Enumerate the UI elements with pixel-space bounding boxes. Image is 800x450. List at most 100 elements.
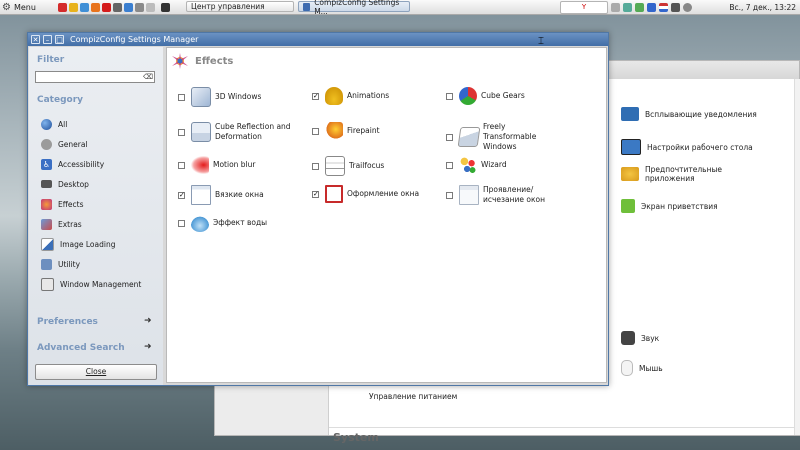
globe-icon bbox=[41, 118, 52, 130]
plugin-area: Effects 3D Windows ✓ Animations Cube Gea… bbox=[166, 47, 607, 383]
plugin-trailfocus[interactable]: Trailfocus bbox=[312, 156, 384, 176]
update-check-icon[interactable] bbox=[635, 2, 644, 12]
category-image-loading[interactable]: Image Loading bbox=[41, 237, 115, 251]
plugin-checkbox[interactable] bbox=[178, 219, 185, 227]
preferences-arrow-icon[interactable]: ➜ bbox=[144, 316, 152, 326]
close-window-icon[interactable]: ✕ bbox=[31, 35, 40, 44]
plugin-freely-transformable[interactable]: Freely Transformable Windows bbox=[446, 122, 545, 152]
preferred-apps-icon bbox=[621, 167, 639, 181]
terminal-icon[interactable] bbox=[161, 2, 170, 12]
plugin-window-decoration[interactable]: ✓ Оформление окна bbox=[312, 185, 419, 203]
volume-icon[interactable] bbox=[683, 2, 692, 12]
window-management-icon bbox=[41, 277, 54, 291]
plugin-fade-windows[interactable]: Проявление/ исчезание окон bbox=[446, 185, 563, 205]
keyboard-layout-flag-icon[interactable] bbox=[659, 2, 668, 12]
advanced-search-link[interactable]: Advanced Search bbox=[37, 343, 125, 353]
plugin-checkbox[interactable]: ✓ bbox=[312, 92, 319, 100]
browser-icon[interactable] bbox=[80, 2, 89, 12]
window-decoration-icon bbox=[325, 185, 343, 203]
task-label: CompizConfig Settings M... bbox=[314, 0, 400, 16]
plugin-label: Motion blur bbox=[213, 160, 256, 169]
system-tray: Y bbox=[560, 0, 692, 14]
tray-icon-2[interactable] bbox=[623, 2, 632, 12]
plugin-checkbox[interactable] bbox=[446, 161, 453, 169]
category-utility[interactable]: Utility bbox=[41, 257, 80, 271]
plugin-checkbox[interactable] bbox=[312, 162, 319, 170]
task-ccsm[interactable]: CompizConfig Settings M... bbox=[298, 0, 410, 16]
bg-item-mouse[interactable]: Мышь bbox=[621, 360, 663, 376]
clear-filter-icon[interactable]: ⌫ bbox=[143, 73, 153, 81]
category-desktop[interactable]: Desktop bbox=[41, 177, 89, 191]
wobbly-window-icon bbox=[191, 185, 211, 205]
tools-icon[interactable] bbox=[135, 2, 144, 12]
plugin-checkbox[interactable] bbox=[446, 92, 453, 100]
advanced-search-arrow-icon[interactable]: ➜ bbox=[144, 342, 152, 352]
menu-button[interactable]: ⚙ Menu bbox=[2, 0, 36, 14]
bg-item-power[interactable]: Управление питанием bbox=[363, 389, 457, 403]
plugin-3d-windows[interactable]: 3D Windows bbox=[178, 87, 261, 107]
category-heading: Category bbox=[37, 95, 84, 105]
category-general[interactable]: General bbox=[41, 137, 88, 151]
category-all[interactable]: All bbox=[41, 117, 67, 131]
plugin-water-effect[interactable]: Эффект воды bbox=[178, 214, 267, 232]
category-extras[interactable]: Extras bbox=[41, 217, 82, 231]
section-title: Effects bbox=[195, 56, 234, 67]
chrome-icon[interactable] bbox=[69, 2, 78, 12]
yandex-browser-icon[interactable] bbox=[58, 2, 67, 12]
preferences-link[interactable]: Preferences bbox=[37, 317, 98, 327]
scrollbar[interactable] bbox=[794, 79, 800, 435]
plugin-cube-gears[interactable]: Cube Gears bbox=[446, 87, 525, 105]
plugin-label: Freely Transformable Windows bbox=[483, 122, 537, 151]
plugin-animations[interactable]: ✓ Animations bbox=[312, 87, 389, 105]
plugin-checkbox[interactable] bbox=[178, 93, 185, 101]
maximize-window-icon[interactable]: □ bbox=[55, 35, 64, 44]
bg-item-label: Настройки рабочего стола bbox=[647, 142, 753, 152]
plugin-motion-blur[interactable]: Motion blur bbox=[178, 156, 256, 174]
plugin-checkbox[interactable] bbox=[178, 161, 185, 169]
sidebar: Filter ⌫ Category All General ♿ Accessib… bbox=[29, 47, 163, 385]
bg-item-label: Предпочтительные приложения bbox=[645, 165, 723, 183]
category-label: All bbox=[58, 119, 68, 129]
plugin-wobbly-windows[interactable]: ✓ Вязкие окна bbox=[178, 185, 264, 205]
bg-item-preferred-apps[interactable]: Предпочтительные приложения bbox=[621, 165, 751, 183]
bg-item-desktop-settings[interactable]: Настройки рабочего стола bbox=[621, 139, 753, 155]
ccsm-titlebar[interactable]: ✕ – □ CompizConfig Settings Manager bbox=[28, 33, 608, 46]
category-effects[interactable]: Effects bbox=[41, 197, 84, 211]
settings-icon[interactable] bbox=[113, 2, 122, 12]
section-divider bbox=[329, 427, 800, 428]
plugin-cube-reflection[interactable]: Cube Reflection and Deformation bbox=[178, 122, 295, 142]
task-control-center[interactable]: Центр управления bbox=[186, 1, 294, 12]
bg-item-welcome-screen[interactable]: Экран приветствия bbox=[621, 199, 718, 213]
plugin-firepaint[interactable]: Firepaint bbox=[312, 122, 380, 140]
network-icon[interactable] bbox=[671, 2, 680, 12]
plugin-checkbox[interactable] bbox=[446, 191, 453, 199]
filter-input[interactable] bbox=[35, 71, 155, 83]
files-icon[interactable] bbox=[124, 2, 133, 12]
clock[interactable]: Вс., 7 дек., 13:22 bbox=[729, 0, 796, 14]
bg-item-label: Звук bbox=[641, 333, 660, 343]
category-label: Extras bbox=[58, 219, 82, 229]
plugin-checkbox[interactable] bbox=[178, 128, 185, 136]
plugin-checkbox[interactable] bbox=[312, 127, 319, 135]
tray-icon-1[interactable] bbox=[611, 2, 620, 12]
clipboard-icon[interactable] bbox=[647, 2, 656, 12]
plugin-checkbox[interactable]: ✓ bbox=[312, 190, 319, 198]
bg-item-label: Всплывающие уведомления bbox=[645, 109, 757, 119]
close-button[interactable]: Close bbox=[35, 364, 157, 380]
plugin-checkbox[interactable] bbox=[446, 133, 453, 141]
minimize-window-icon[interactable]: – bbox=[43, 35, 52, 44]
bg-item-sound[interactable]: Звук bbox=[621, 331, 659, 345]
category-window-management[interactable]: Window Management bbox=[41, 277, 141, 291]
opera-icon[interactable] bbox=[102, 2, 111, 12]
plugin-checkbox[interactable]: ✓ bbox=[178, 191, 185, 199]
category-label: Window Management bbox=[60, 279, 142, 289]
firefox-icon[interactable] bbox=[91, 2, 100, 12]
category-label: Image Loading bbox=[60, 239, 116, 249]
yandex-tray-button[interactable]: Y bbox=[560, 0, 608, 14]
plugin-wizard[interactable]: Wizard bbox=[446, 156, 507, 174]
category-label: Desktop bbox=[58, 179, 89, 189]
bg-item-label: Управление питанием bbox=[369, 391, 458, 401]
general-icon bbox=[41, 138, 52, 150]
category-accessibility[interactable]: ♿ Accessibility bbox=[41, 157, 104, 171]
bg-item-notifications[interactable]: Всплывающие уведомления bbox=[621, 107, 757, 121]
